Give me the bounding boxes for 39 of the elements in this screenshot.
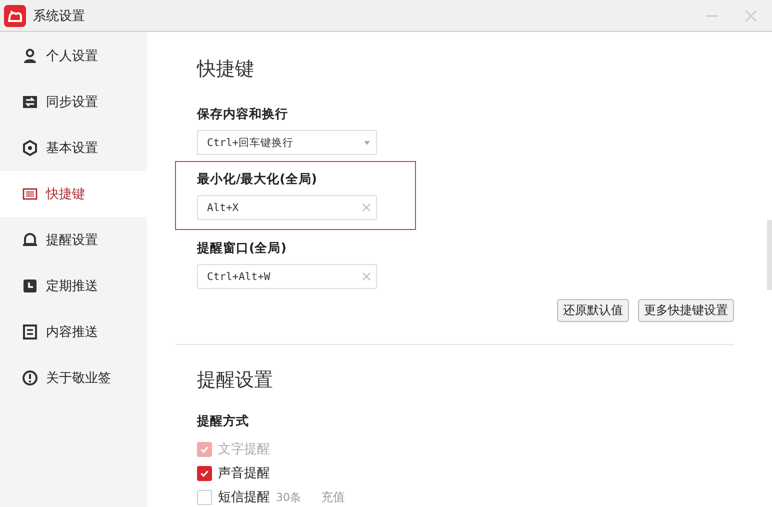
button[interactable]: 还原默认值 [557, 299, 629, 322]
clear-icon[interactable] [362, 203, 371, 212]
sidebar-item[interactable]: 提醒设置 [0, 217, 147, 263]
sync-icon [22, 94, 38, 110]
document-icon [22, 324, 38, 340]
dropdown[interactable]: Ctrl+回车键换行 [197, 130, 377, 155]
option-label: 短信提醒 [218, 489, 270, 506]
hexagon-icon [22, 140, 38, 156]
shortcut-field[interactable]: Ctrl+Alt+W [197, 264, 377, 289]
sidebar-item[interactable]: 内容推送 [0, 309, 147, 355]
button[interactable]: 更多快捷键设置 [638, 299, 734, 322]
group-label: 提醒方式 [197, 413, 250, 430]
sidebar-item[interactable]: 快捷键 [0, 171, 147, 217]
checkbox[interactable] [197, 466, 212, 480]
sidebar-item[interactable]: 基本设置 [0, 125, 147, 171]
window-title: 系统设置 [33, 8, 85, 24]
quota-text: 30条 [276, 490, 301, 504]
person-icon [22, 48, 38, 64]
clear-icon[interactable] [362, 272, 371, 281]
field-label: 最小化/最大化(全局) [197, 171, 318, 188]
sidebar-item[interactable]: 关于敬业签 [0, 355, 147, 401]
close-icon[interactable] [744, 8, 758, 22]
bell-icon [22, 232, 38, 248]
sidebar-item[interactable]: 个人设置 [0, 33, 147, 79]
caret-icon [364, 140, 370, 144]
option-label: 声音提醒 [218, 465, 270, 482]
option-label: 文字提醒 [218, 441, 270, 458]
clock-icon [22, 278, 38, 294]
section-heading: 提醒设置 [197, 368, 274, 393]
field-label: 提醒窗口(全局) [197, 240, 288, 257]
sidebar-item[interactable]: 定期推送 [0, 263, 147, 309]
section-heading: 快捷键 [197, 57, 255, 82]
warning-icon [22, 370, 38, 386]
sidebar-item[interactable]: 同步设置 [0, 79, 147, 125]
scrollbar[interactable] [767, 220, 772, 290]
shortcut-field[interactable]: Alt+X [197, 195, 377, 220]
field-label: 保存内容和换行 [197, 106, 289, 123]
keyboard-icon [22, 186, 38, 202]
app-logo-icon [4, 4, 26, 26]
